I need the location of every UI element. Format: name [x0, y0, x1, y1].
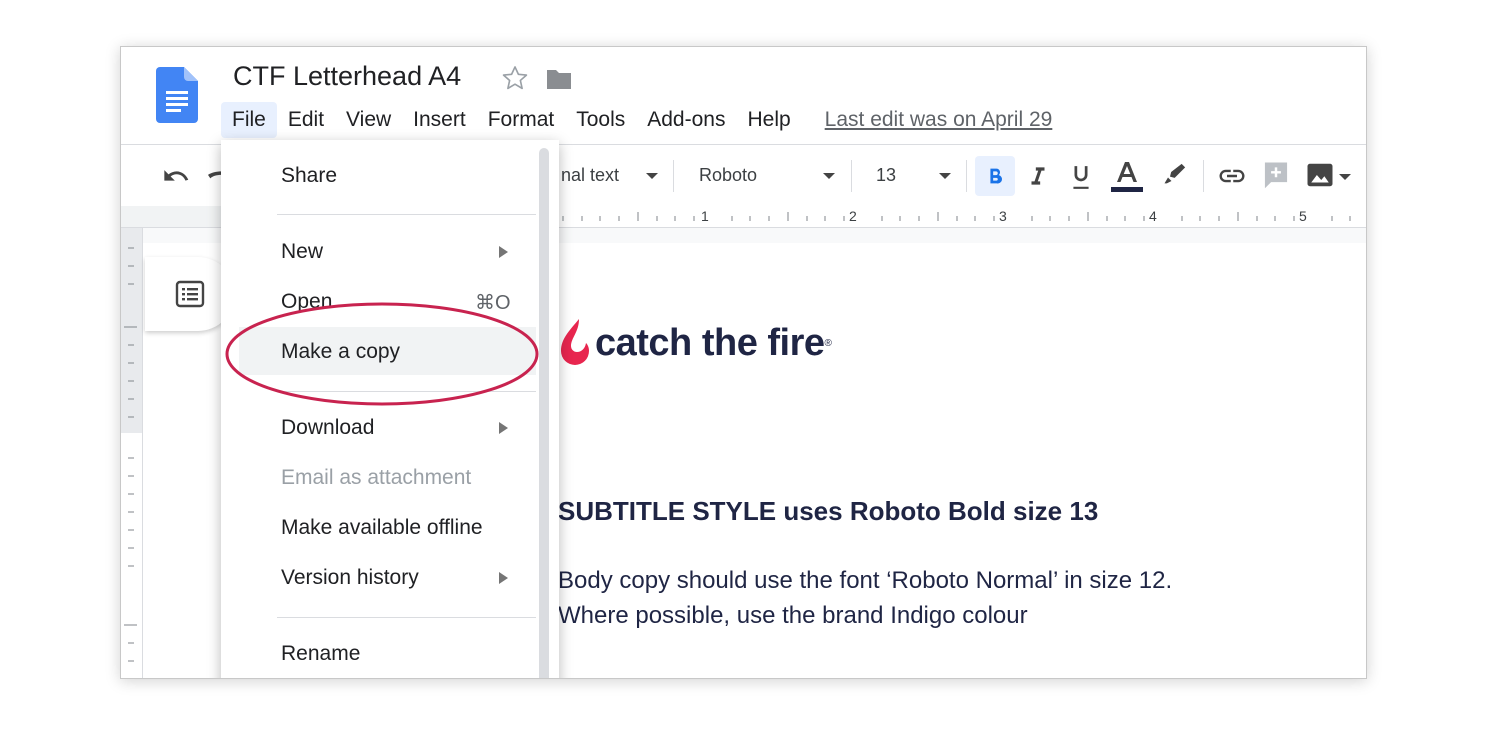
menu-divider — [277, 391, 536, 392]
insert-image-icon[interactable] — [1305, 160, 1335, 190]
menu-tools[interactable]: Tools — [565, 102, 636, 138]
folder-icon[interactable] — [545, 67, 573, 91]
font-size-caret[interactable] — [939, 173, 951, 179]
ruler-number: 4 — [1149, 208, 1157, 224]
link-icon[interactable] — [1215, 161, 1249, 191]
menubar: File Edit View Insert Format Tools Add-o… — [221, 101, 1052, 139]
bold-button[interactable] — [975, 156, 1015, 196]
doc-title[interactable]: CTF Letterhead A4 — [233, 61, 461, 92]
italic-icon[interactable] — [1025, 162, 1051, 190]
file-menu-dropdown: Share New Open ⌘O Make a copy Download E… — [221, 140, 559, 678]
undo-icon[interactable] — [161, 162, 191, 190]
font-size-value[interactable]: 13 — [876, 165, 896, 186]
add-comment-icon[interactable] — [1261, 160, 1291, 192]
submenu-arrow-icon — [499, 246, 508, 258]
doc-body-line[interactable]: Body copy should use the font ‘Roboto No… — [558, 567, 1172, 595]
outline-icon — [175, 280, 205, 308]
brand-logo: catch the fire ® — [559, 317, 832, 369]
ruler-number: 5 — [1299, 208, 1307, 224]
font-dropdown-caret[interactable] — [823, 173, 835, 179]
menu-file[interactable]: File — [221, 102, 277, 138]
submenu-arrow-icon — [499, 572, 508, 584]
open-shortcut: ⌘O — [475, 292, 511, 314]
insert-image-caret[interactable] — [1339, 174, 1351, 180]
underline-icon[interactable] — [1068, 162, 1094, 192]
ruler-number: 1 — [701, 208, 709, 224]
star-icon[interactable] — [501, 64, 529, 92]
style-dropdown-value[interactable]: nal text — [561, 165, 619, 186]
ruler-ticks — [562, 212, 1351, 221]
doc-body-line[interactable]: Where possible, use the brand Indigo col… — [558, 602, 1028, 630]
docs-logo-icon[interactable] — [156, 67, 198, 123]
menu-item-open[interactable]: Open — [281, 290, 332, 314]
menu-edit[interactable]: Edit — [277, 102, 335, 138]
menu-item-download[interactable]: Download — [281, 416, 374, 440]
ruler-number: 2 — [849, 208, 857, 224]
toolbar-divider — [851, 160, 852, 192]
highlighter-icon[interactable] — [1161, 160, 1189, 188]
text-color-icon[interactable] — [1109, 158, 1145, 194]
flame-logo-icon — [561, 319, 589, 365]
ruler-page-area: 1 2 3 4 5 — [553, 206, 1366, 227]
header: CTF Letterhead A4 File Edit View Insert … — [121, 47, 1366, 145]
style-dropdown-caret[interactable] — [646, 173, 658, 179]
bold-icon — [990, 168, 1003, 184]
submenu-arrow-icon — [499, 422, 508, 434]
brand-registered-mark: ® — [824, 337, 832, 349]
brand-name: catch the fire — [595, 321, 825, 364]
font-dropdown-value[interactable]: Roboto — [699, 165, 757, 186]
doc-subtitle[interactable]: SUBTITLE STYLE uses Roboto Bold size 13 — [558, 496, 1098, 527]
vertical-ruler[interactable] — [121, 228, 143, 678]
menu-item-new[interactable]: New — [281, 240, 323, 264]
menu-item-rename[interactable]: Rename — [281, 642, 360, 666]
menu-insert[interactable]: Insert — [402, 102, 477, 138]
toolbar-divider — [966, 160, 967, 192]
menu-addons[interactable]: Add-ons — [636, 102, 736, 138]
last-edit-link[interactable]: Last edit was on April 29 — [825, 108, 1053, 132]
menu-item-make-available-offline[interactable]: Make available offline — [281, 516, 483, 540]
menu-help[interactable]: Help — [736, 102, 801, 138]
menu-item-make-a-copy[interactable]: Make a copy — [281, 340, 400, 364]
app-window: CTF Letterhead A4 File Edit View Insert … — [120, 46, 1367, 679]
menu-view[interactable]: View — [335, 102, 402, 138]
toolbar-divider — [1203, 160, 1204, 192]
vertical-ruler-ticks — [124, 247, 137, 662]
menu-scrollbar[interactable] — [539, 148, 549, 678]
menu-item-version-history[interactable]: Version history — [281, 566, 419, 590]
toolbar-divider — [673, 160, 674, 192]
menu-divider — [277, 617, 536, 618]
ruler-number: 3 — [999, 208, 1007, 224]
menu-divider — [277, 214, 536, 215]
menu-item-share[interactable]: Share — [281, 164, 337, 188]
menu-item-email-as-attachment: Email as attachment — [281, 466, 472, 489]
menu-format[interactable]: Format — [477, 102, 566, 138]
